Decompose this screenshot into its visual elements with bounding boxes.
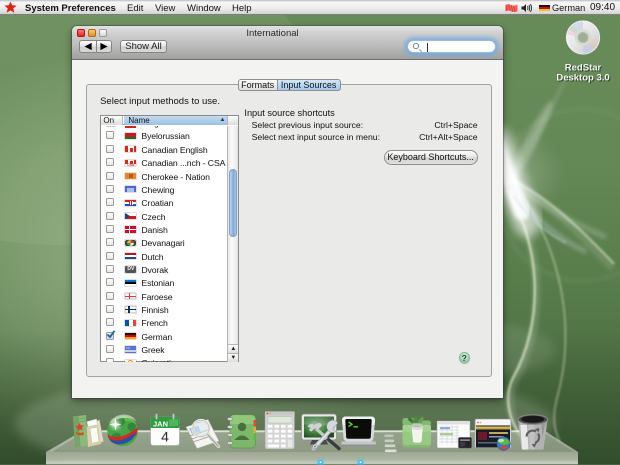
svg-text:JAN: JAN — [153, 420, 168, 429]
svg-text:4: 4 — [161, 429, 169, 445]
svg-text:Desktop 3.0: Desktop 3.0 — [556, 73, 609, 84]
